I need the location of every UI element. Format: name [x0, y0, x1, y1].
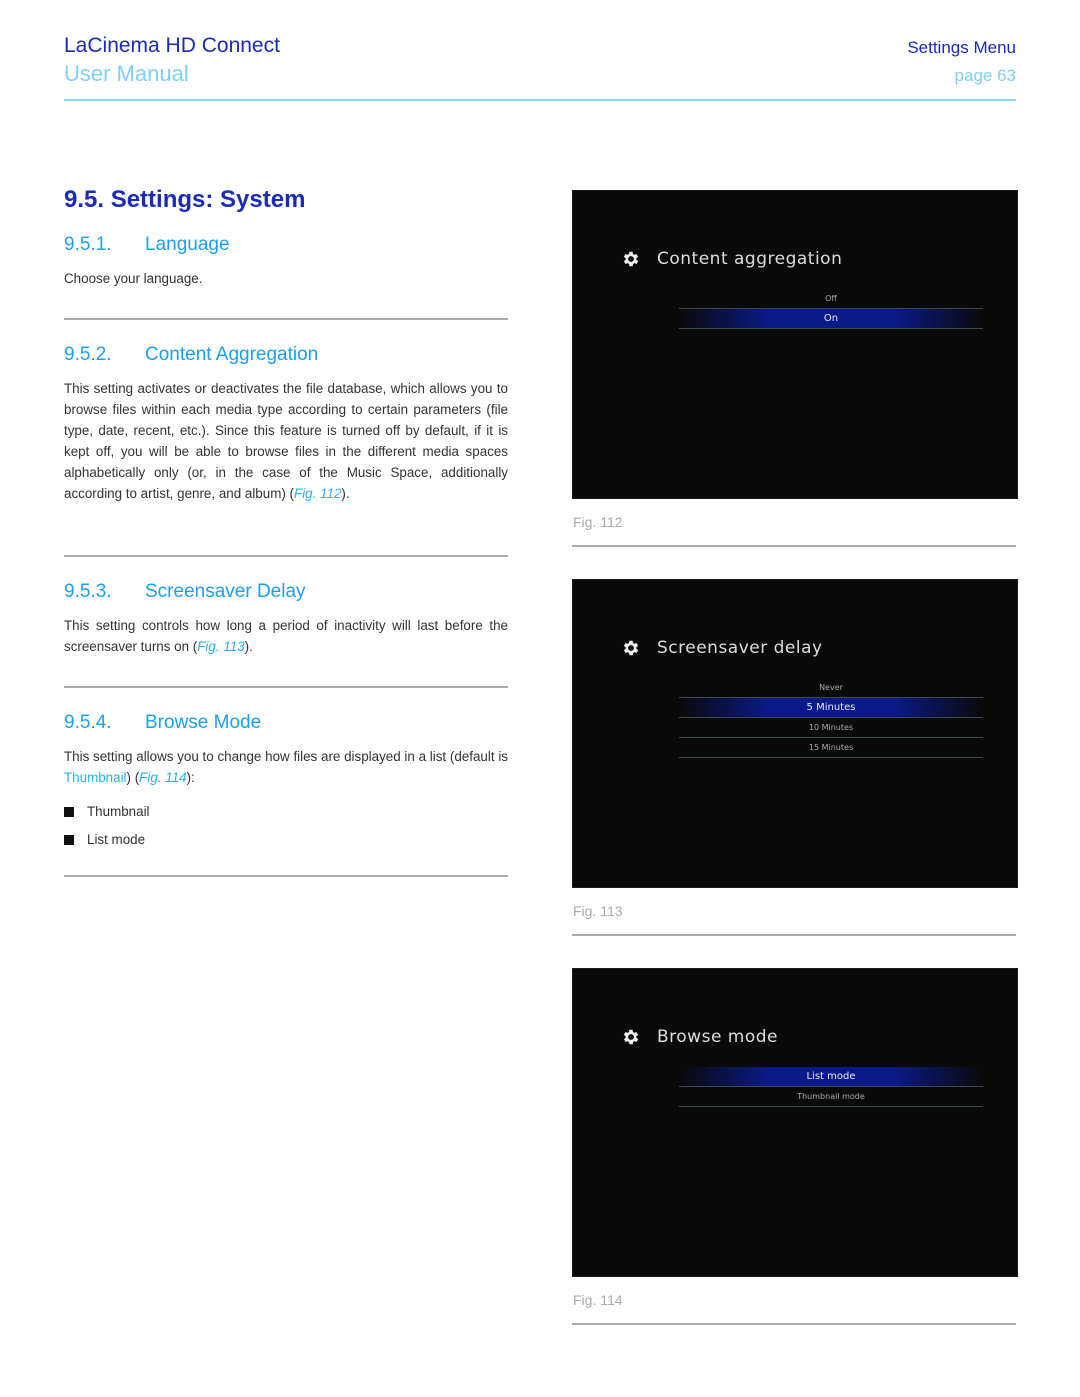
- option-15-minutes[interactable]: 15 Minutes: [679, 738, 983, 758]
- bullet-square-icon: [64, 835, 74, 845]
- section-body-content-aggregation: This setting activates or deactivates th…: [64, 378, 508, 504]
- section-heading-browse-mode: 9.5.4. Browse Mode: [64, 712, 261, 734]
- option-on-selected[interactable]: On: [679, 309, 983, 329]
- fig-114-screenshot: Browse mode List mode Thumbnail mode: [572, 968, 1018, 1277]
- section-number: 9.5.1.: [64, 234, 112, 255]
- option-list: List mode Thumbnail mode: [679, 1067, 983, 1107]
- fig-112-screenshot: Content aggregation Off On: [572, 190, 1018, 499]
- divider: [572, 1323, 1016, 1325]
- bullet-square-icon: [64, 807, 74, 817]
- body-text: This setting allows you to change how fi…: [64, 749, 508, 764]
- option-thumbnail-mode[interactable]: Thumbnail mode: [679, 1087, 983, 1107]
- section-heading-screensaver-delay: 9.5.3. Screensaver Delay: [64, 581, 306, 603]
- body-text: This setting activates or deactivates th…: [64, 381, 508, 501]
- product-title: LaCinema HD Connect: [64, 34, 280, 57]
- bullet-item: Thumbnail: [64, 804, 150, 819]
- divider: [64, 555, 508, 557]
- fig-114-caption: Fig. 114: [573, 1292, 623, 1308]
- option-off[interactable]: Off: [679, 289, 983, 309]
- section-heading-content-aggregation: 9.5.2. Content Aggregation: [64, 344, 318, 366]
- thumbnail-highlight: Thumbnail: [64, 770, 127, 785]
- doc-type: User Manual: [64, 61, 189, 86]
- section-title: Browse Mode: [145, 712, 262, 733]
- section-body-screensaver-delay: This setting controls how long a period …: [64, 615, 508, 657]
- paren: ).: [341, 486, 350, 501]
- bullet-text: List mode: [87, 832, 146, 847]
- bullet-text: Thumbnail: [87, 804, 150, 819]
- gear-icon: [623, 1029, 639, 1045]
- section-title: Content Aggregation: [145, 344, 319, 365]
- divider: [572, 545, 1016, 547]
- divider: [64, 875, 508, 877]
- divider: [64, 686, 508, 688]
- divider: [64, 318, 508, 320]
- header-divider: [64, 99, 1016, 101]
- option-list-mode-selected[interactable]: List mode: [679, 1067, 983, 1087]
- paren: ):: [186, 770, 195, 785]
- section-number: 9.5.2.: [64, 344, 112, 365]
- page-title: 9.5. Settings: System: [64, 186, 306, 213]
- section-body-language: Choose your language.: [64, 271, 203, 286]
- section-title: Language: [145, 234, 230, 255]
- divider: [572, 934, 1016, 936]
- gear-icon: [623, 640, 639, 656]
- fig-113-caption: Fig. 113: [573, 903, 623, 919]
- paren: (: [189, 639, 198, 654]
- screen-title: Content aggregation: [657, 249, 843, 269]
- screen-title: Screensaver delay: [657, 638, 823, 658]
- option-never[interactable]: Never: [679, 678, 983, 698]
- paren: ).: [244, 639, 253, 654]
- page-number: page 63: [954, 66, 1016, 85]
- section-title: Screensaver Delay: [145, 581, 306, 602]
- fig-113-screenshot: Screensaver delay Never 5 Minutes 10 Min…: [572, 579, 1018, 888]
- fig-113-link[interactable]: Fig. 113: [197, 639, 244, 654]
- section-number: 9.5.4.: [64, 712, 112, 733]
- option-list: Off On: [679, 289, 983, 329]
- section-name: Settings Menu: [907, 38, 1016, 57]
- screen-title: Browse mode: [657, 1027, 779, 1047]
- option-10-minutes[interactable]: 10 Minutes: [679, 718, 983, 738]
- fig-112-link[interactable]: Fig. 112: [294, 486, 341, 501]
- section-number: 9.5.3.: [64, 581, 112, 602]
- section-heading-language: 9.5.1. Language: [64, 234, 230, 256]
- paren: ) (: [126, 770, 140, 785]
- section-body-browse-mode: This setting allows you to change how fi…: [64, 746, 508, 788]
- option-5-minutes-selected[interactable]: 5 Minutes: [679, 698, 983, 718]
- fig-112-caption: Fig. 112: [573, 514, 623, 530]
- body-text: This setting controls how long a period …: [64, 618, 508, 654]
- option-list: Never 5 Minutes 10 Minutes 15 Minutes: [679, 678, 983, 758]
- fig-114-link[interactable]: Fig. 114: [139, 770, 186, 785]
- bullet-item: List mode: [64, 832, 145, 847]
- gear-icon: [623, 251, 639, 267]
